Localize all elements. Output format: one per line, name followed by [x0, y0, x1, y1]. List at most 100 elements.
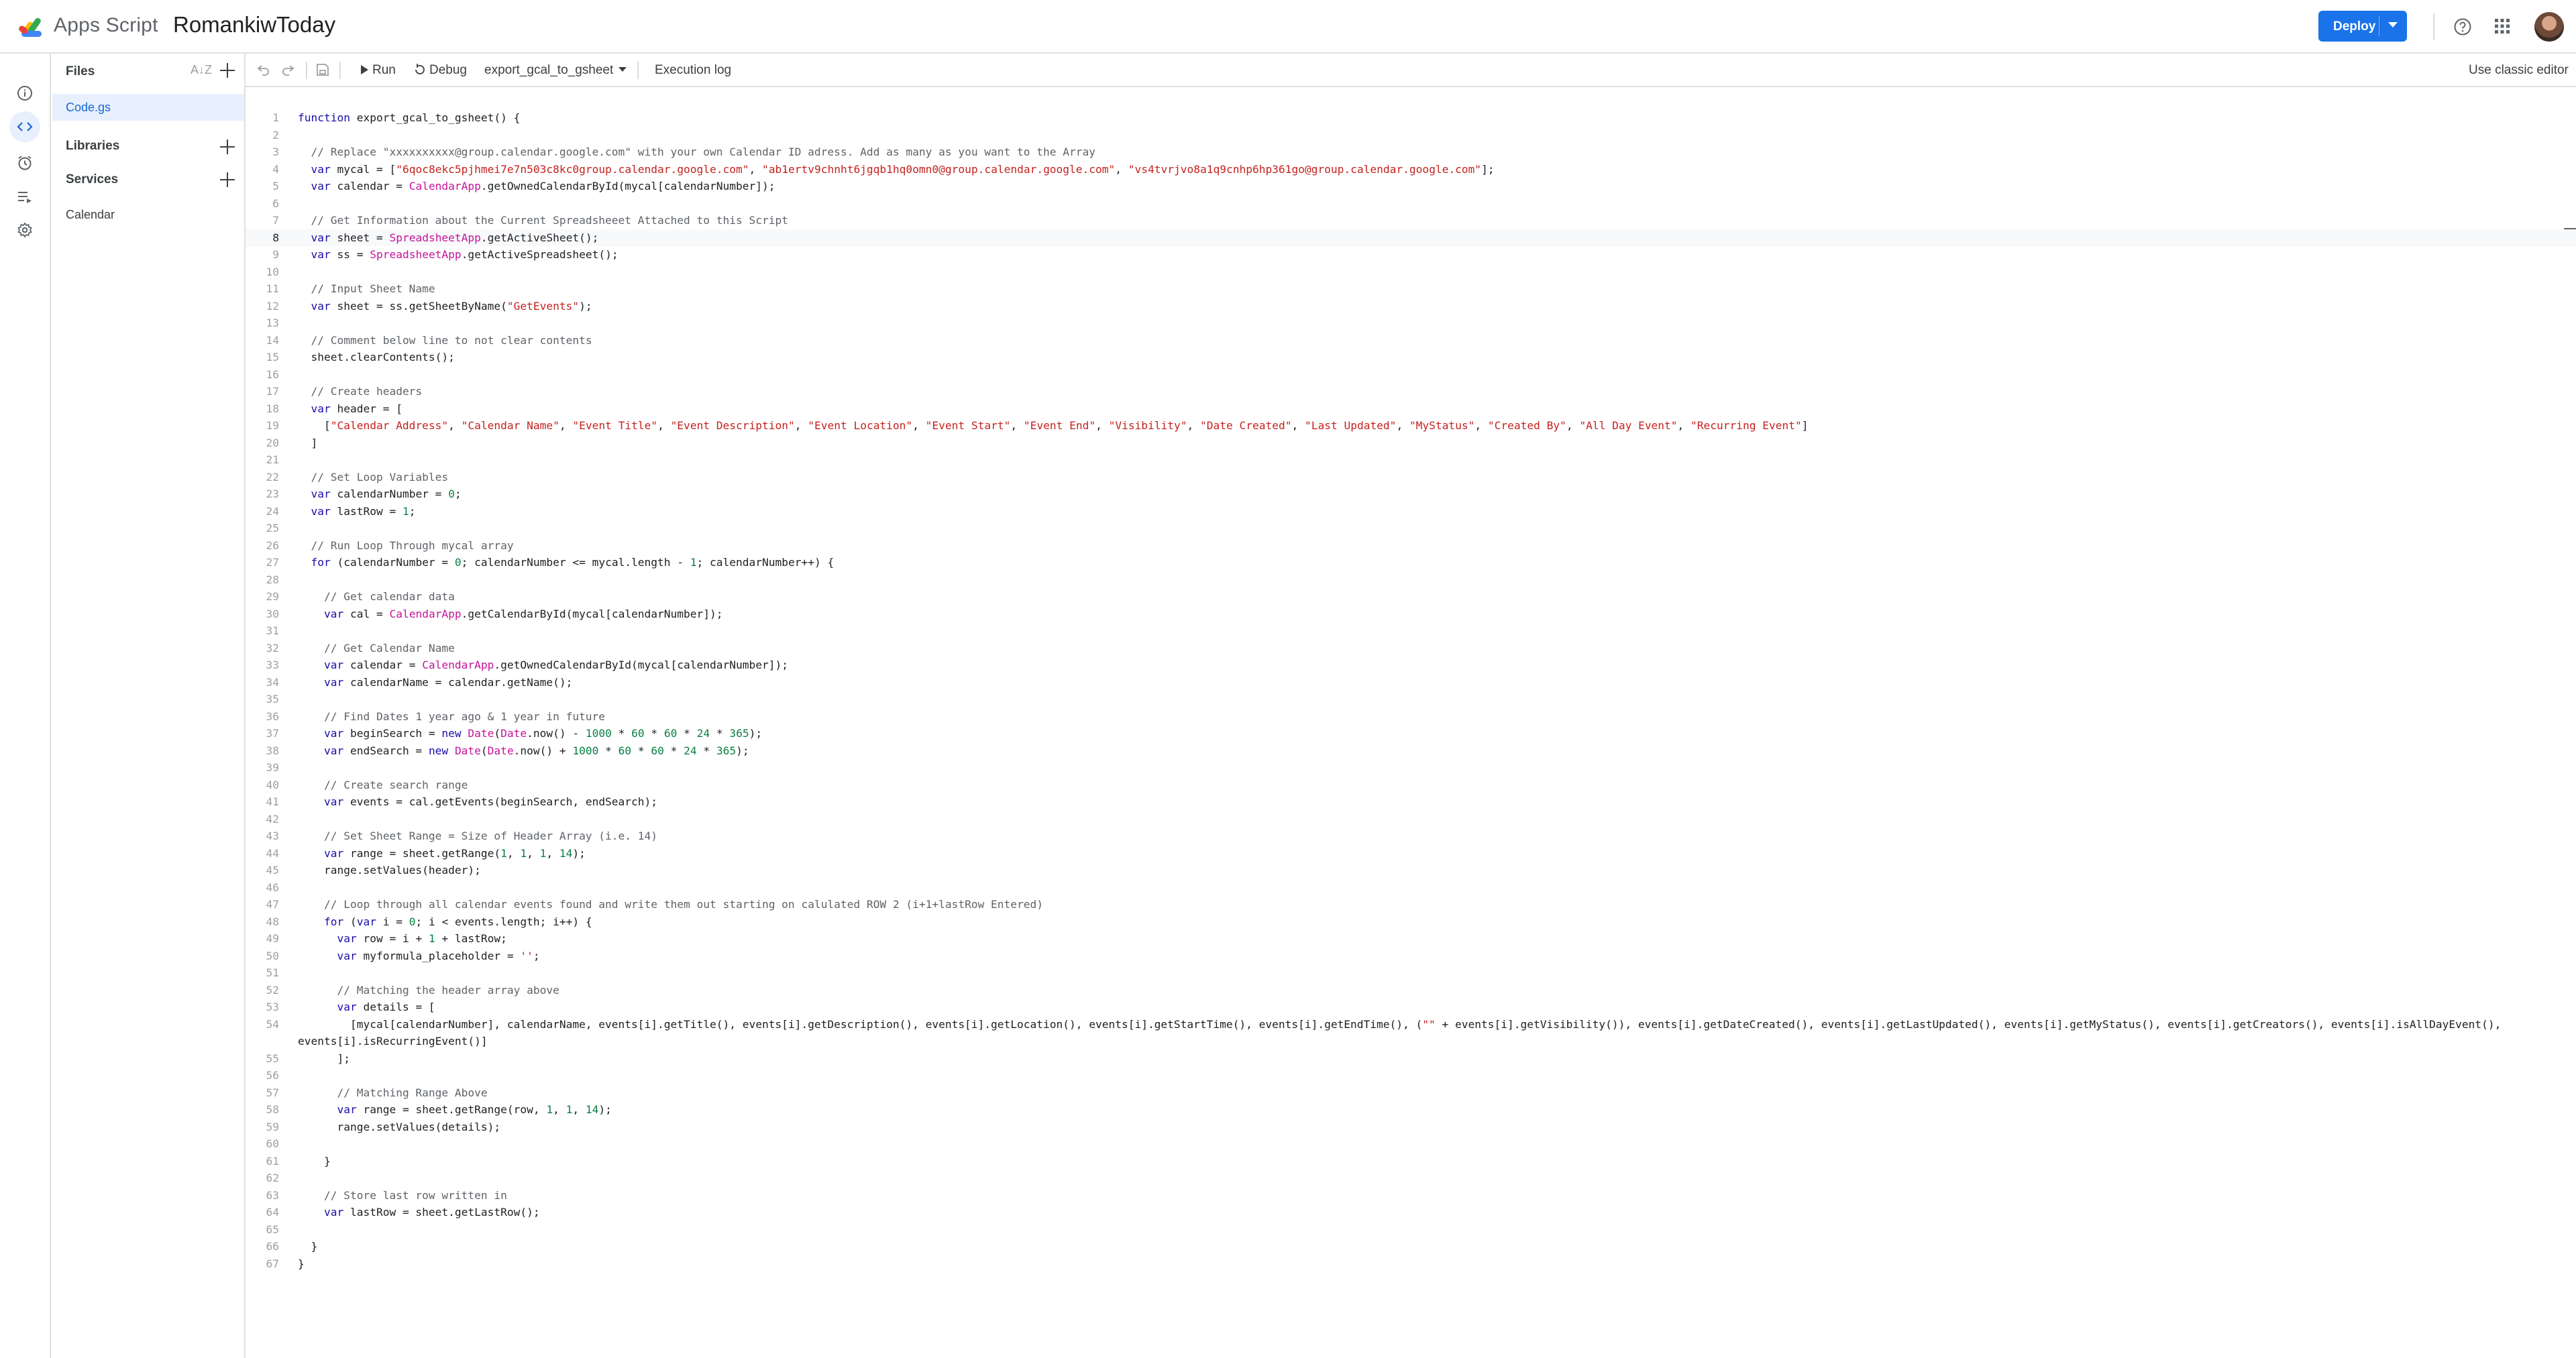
libraries-heading[interactable]: Libraries [66, 139, 119, 154]
code-line[interactable]: 43 // Set Sheet Range = Size of Header A… [246, 828, 2576, 845]
code-line[interactable]: 9 var ss = SpreadsheetApp.getActiveSprea… [246, 246, 2576, 264]
code-lines[interactable]: 1 function export_gcal_to_gsheet() {2 3 //… [246, 109, 2576, 1272]
code-line[interactable]: 44 var range = sheet.getRange(1, 1, 1, 1… [246, 845, 2576, 862]
code-line[interactable]: 4 var mycal = ["6qoc8ekc5pjhmei7e7n503c8… [246, 161, 2576, 178]
undo-icon[interactable] [256, 62, 271, 77]
code-line[interactable]: 19 ["Calendar Address", "Calendar Name",… [246, 417, 2576, 435]
code-line[interactable]: 25 [246, 520, 2576, 537]
code-line[interactable]: 18 var header = [ [246, 400, 2576, 418]
code-line[interactable]: 27 for (calendarNumber = 0; calendarNumb… [246, 554, 2576, 571]
code-line[interactable]: 64 var lastRow = sheet.getLastRow(); [246, 1204, 2576, 1221]
code-line[interactable]: 16 [246, 366, 2576, 384]
code-line[interactable]: 38 var endSearch = new Date(Date.now() +… [246, 742, 2576, 760]
deploy-button[interactable]: Deploy [2318, 11, 2407, 42]
code-line[interactable]: 12 var sheet = ss.getSheetByName("GetEve… [246, 298, 2576, 315]
code-line[interactable]: 30 var cal = CalendarApp.getCalendarById… [246, 606, 2576, 623]
code-line[interactable]: 42 [246, 811, 2576, 828]
debug-button[interactable]: Debug [413, 63, 467, 78]
code-line[interactable]: 57 // Matching Range Above [246, 1084, 2576, 1102]
code-line[interactable]: 56 [246, 1067, 2576, 1084]
code-line[interactable]: 5 var calendar = CalendarApp.getOwnedCal… [246, 178, 2576, 195]
code-line[interactable]: 40 // Create search range [246, 777, 2576, 794]
code-line[interactable]: 50 var myformula_placeholder = ''; [246, 948, 2576, 965]
code-line[interactable]: 37 var beginSearch = new Date(Date.now()… [246, 725, 2576, 742]
code-line[interactable]: 59 range.setValues(details); [246, 1119, 2576, 1136]
code-line[interactable]: 2 [246, 127, 2576, 144]
code-line[interactable]: 1 function export_gcal_to_gsheet() { [246, 109, 2576, 127]
code-line[interactable]: 53 var details = [ [246, 999, 2576, 1016]
editor-nav-button[interactable] [9, 111, 40, 142]
code-line[interactable]: 11 // Input Sheet Name [246, 280, 2576, 298]
execution-log-button[interactable]: Execution log [655, 63, 731, 78]
scrollbar-marker[interactable] [2564, 228, 2576, 229]
use-classic-editor-button[interactable]: Use classic editor [2469, 63, 2569, 78]
add-library-icon[interactable] [220, 139, 235, 154]
code-line[interactable]: 13 [246, 315, 2576, 332]
add-file-icon[interactable] [220, 63, 235, 78]
apps-script-logo[interactable] [17, 11, 48, 42]
code-line[interactable]: 48 for (var i = 0; i < events.length; i+… [246, 913, 2576, 931]
code-line[interactable]: 60 [246, 1135, 2576, 1153]
chevron-down-icon[interactable] [2388, 22, 2398, 27]
code-line[interactable]: 58 var range = sheet.getRange(row, 1, 1,… [246, 1101, 2576, 1119]
code-line[interactable]: 61 } [246, 1153, 2576, 1170]
sort-az-icon[interactable]: A↓Z [191, 63, 212, 77]
code-line[interactable]: 55 ]; [246, 1050, 2576, 1068]
code-line[interactable]: 46 [246, 879, 2576, 897]
google-apps-icon[interactable] [2494, 18, 2510, 34]
code-line[interactable]: 63 // Store last row written in [246, 1187, 2576, 1204]
code-line[interactable]: 54 [mycal[calendarNumber], calendarName,… [246, 1016, 2576, 1050]
executions-nav-button[interactable] [9, 181, 40, 212]
code-line[interactable]: 7 // Get Information about the Current S… [246, 212, 2576, 229]
code-line[interactable]: 31 [246, 622, 2576, 640]
overview-nav-button[interactable] [9, 78, 40, 109]
code-line[interactable]: 17 // Create headers [246, 383, 2576, 400]
code-line[interactable]: 65 [246, 1221, 2576, 1239]
code-line[interactable]: 22 // Set Loop Variables [246, 469, 2576, 486]
code-line[interactable]: 34 var calendarName = calendar.getName()… [246, 674, 2576, 691]
file-item-code-gs[interactable]: Code.gs [52, 94, 244, 121]
run-button[interactable]: Run [361, 63, 396, 78]
help-icon[interactable] [2454, 18, 2471, 36]
code-line[interactable]: 21 [246, 451, 2576, 469]
redo-icon[interactable] [280, 62, 295, 77]
triggers-nav-button[interactable] [9, 148, 40, 178]
code-line[interactable]: 45 range.setValues(header); [246, 862, 2576, 879]
code-line[interactable]: 36 // Find Dates 1 year ago & 1 year in … [246, 708, 2576, 726]
code-line[interactable]: 35 [246, 691, 2576, 708]
code-line[interactable]: 24 var lastRow = 1; [246, 503, 2576, 520]
code-line[interactable]: 33 var calendar = CalendarApp.getOwnedCa… [246, 657, 2576, 674]
code-line[interactable]: 49 var row = i + 1 + lastRow; [246, 930, 2576, 948]
settings-nav-button[interactable] [9, 215, 40, 245]
code-line[interactable]: 20 ] [246, 435, 2576, 452]
services-heading[interactable]: Services [66, 172, 118, 187]
save-icon[interactable] [315, 62, 330, 77]
code-line[interactable]: 3 // Replace "xxxxxxxxxx@group.calendar.… [246, 144, 2576, 161]
code-line[interactable]: 39 [246, 759, 2576, 777]
line-number: 51 [266, 966, 280, 979]
code-line[interactable]: 26 // Run Loop Through mycal array [246, 537, 2576, 555]
code-line[interactable]: 62 [246, 1170, 2576, 1187]
function-select[interactable]: export_gcal_to_gsheet [484, 63, 627, 78]
code-line[interactable]: 52 // Matching the header array above [246, 982, 2576, 999]
code-line[interactable]: 14 // Comment below line to not clear co… [246, 332, 2576, 349]
code-line[interactable]: 41 var events = cal.getEvents(beginSearc… [246, 793, 2576, 811]
code-line[interactable]: 66 } [246, 1238, 2576, 1255]
code-line[interactable]: 47 // Loop through all calendar events f… [246, 896, 2576, 913]
avatar[interactable] [2534, 12, 2564, 42]
code-line[interactable]: 23 var calendarNumber = 0; [246, 486, 2576, 503]
app-name[interactable]: Apps Script [54, 14, 158, 37]
code-line[interactable]: 51 [246, 964, 2576, 982]
service-item-calendar[interactable]: Calendar [66, 208, 115, 222]
add-service-icon[interactable] [220, 172, 235, 187]
code-line[interactable]: 10 [246, 264, 2576, 281]
code-line[interactable]: 67} [246, 1255, 2576, 1273]
code-line[interactable]: 32 // Get Calendar Name [246, 640, 2576, 657]
code-line[interactable]: 6 [246, 195, 2576, 213]
code-line[interactable]: 28 [246, 571, 2576, 589]
code-line[interactable]: 29 // Get calendar data [246, 588, 2576, 606]
code-line[interactable]: 15 sheet.clearContents(); [246, 349, 2576, 366]
code-line[interactable]: 8 var sheet = SpreadsheetApp.getActiveSh… [246, 229, 2576, 246]
code-editor[interactable]: 1 function export_gcal_to_gsheet() {2 3 //… [246, 87, 2576, 1358]
project-title[interactable]: RomankiwToday [173, 12, 335, 38]
